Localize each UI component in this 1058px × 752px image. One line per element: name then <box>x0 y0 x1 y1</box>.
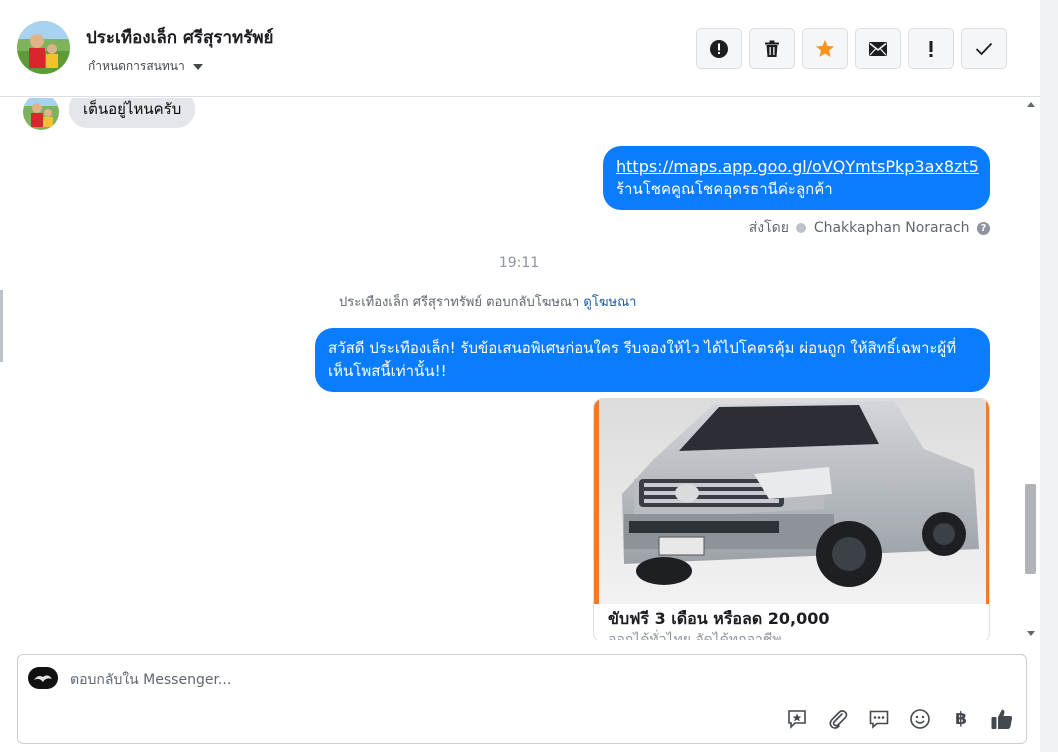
message-list: เต็นอยู่ไหนครับ https://maps.app.goo.gl/… <box>0 98 1022 640</box>
window-edge <box>1040 0 1058 752</box>
scroll-thumb[interactable] <box>1025 484 1036 574</box>
contact-name: ประเทืองเล็ก ศรีสุราทรัพย์ <box>86 28 274 48</box>
conversation-header: ประเทืองเล็ก ศรีสุราทรัพย์ กำหนดการสนทนา <box>0 0 1040 97</box>
star-button[interactable] <box>802 28 848 69</box>
chevron-down-icon <box>192 63 203 70</box>
check-icon <box>975 42 993 55</box>
mark-spam-button[interactable] <box>696 28 742 69</box>
message-timestamp: 19:11 <box>498 255 540 271</box>
conversation-toolbar <box>696 28 1007 69</box>
view-ad-link[interactable]: ดูโฆษณา <box>583 295 636 310</box>
map-link[interactable]: https://maps.app.goo.gl/oVQYmtsPkp3ax8zt… <box>616 155 979 178</box>
emoji-icon <box>910 709 930 729</box>
sent-status-icon <box>796 223 807 233</box>
sender-name: Chakkaphan Norarach <box>813 220 970 236</box>
attachment-icon <box>829 710 848 729</box>
saved-reply-icon <box>788 710 806 729</box>
mark-unread-button[interactable] <box>855 28 901 69</box>
chat-bubble-icon <box>869 710 889 729</box>
attach-file-button[interactable] <box>826 707 850 731</box>
baht-icon: ฿ <box>955 709 967 729</box>
mark-done-button[interactable] <box>961 28 1007 69</box>
ad-card[interactable]: ขับฟรี 3 เดือน หรือลด 20,000 ออกได้ทั่วไ… <box>593 398 990 640</box>
emoji-button[interactable] <box>908 707 932 731</box>
sent-by-row: ส่งโดย Chakkaphan Norarach ? <box>600 217 990 239</box>
composer-toolbar: ฿ <box>785 707 1014 731</box>
payment-button[interactable]: ฿ <box>949 707 973 731</box>
page-avatar <box>28 667 58 689</box>
reply-input[interactable] <box>70 667 770 693</box>
follow-up-button[interactable] <box>908 28 954 69</box>
ad-reply-note: ประเทืองเล็ก ศรีสุราทรัพย์ ตอบกลับโฆษณา … <box>339 291 636 312</box>
sent-by-label: ส่งโดย <box>748 220 789 236</box>
incoming-message: เต็นอยู่ไหนครับ <box>69 98 196 128</box>
message-scrollbar[interactable] <box>1023 98 1038 640</box>
scroll-up-arrow-icon[interactable] <box>1027 102 1035 107</box>
alert-circle-icon <box>710 39 728 58</box>
ad-card-subtitle: ออกได้ทั่วไทย จัดได้ทุกอาชีพ <box>608 632 782 640</box>
trash-icon <box>765 40 779 57</box>
thumbs-up-icon <box>991 709 1013 729</box>
delete-button[interactable] <box>749 28 795 69</box>
ad-reply-text: ประเทืองเล็ก ศรีสุราทรัพย์ ตอบกลับโฆษณา <box>339 295 580 310</box>
contact-avatar[interactable] <box>17 21 70 74</box>
exclamation-icon <box>929 40 933 57</box>
link-caption: ร้านโชคคูณโชคอุดรธานีค่ะลูกค้า <box>616 180 833 198</box>
reply-composer: ฿ <box>17 654 1027 744</box>
like-button[interactable] <box>990 707 1014 731</box>
contact-avatar-small <box>23 98 59 130</box>
help-icon[interactable]: ? <box>977 221 990 235</box>
outgoing-ad-message: สวัสดี ประเทืองเล็ก! รับข้อเสนอพิเศษก่อน… <box>315 328 990 392</box>
envelope-icon <box>869 41 887 56</box>
star-icon <box>816 39 834 57</box>
left-panel-edge <box>0 290 3 362</box>
outgoing-message-link: https://maps.app.goo.gl/oVQYmtsPkp3ax8zt… <box>603 146 990 210</box>
inbox-conversation: ประเทืองเล็ก ศรีสุราทรัพย์ กำหนดการสนทนา <box>0 0 1058 752</box>
saved-reply-button[interactable] <box>785 707 809 731</box>
scroll-down-arrow-icon[interactable] <box>1027 631 1035 636</box>
ad-image-truck <box>594 399 989 604</box>
assign-label: กำหนดการสนทนา <box>88 59 185 73</box>
assign-conversation-dropdown[interactable]: กำหนดการสนทนา <box>88 57 203 76</box>
quick-reply-button[interactable] <box>867 707 891 731</box>
